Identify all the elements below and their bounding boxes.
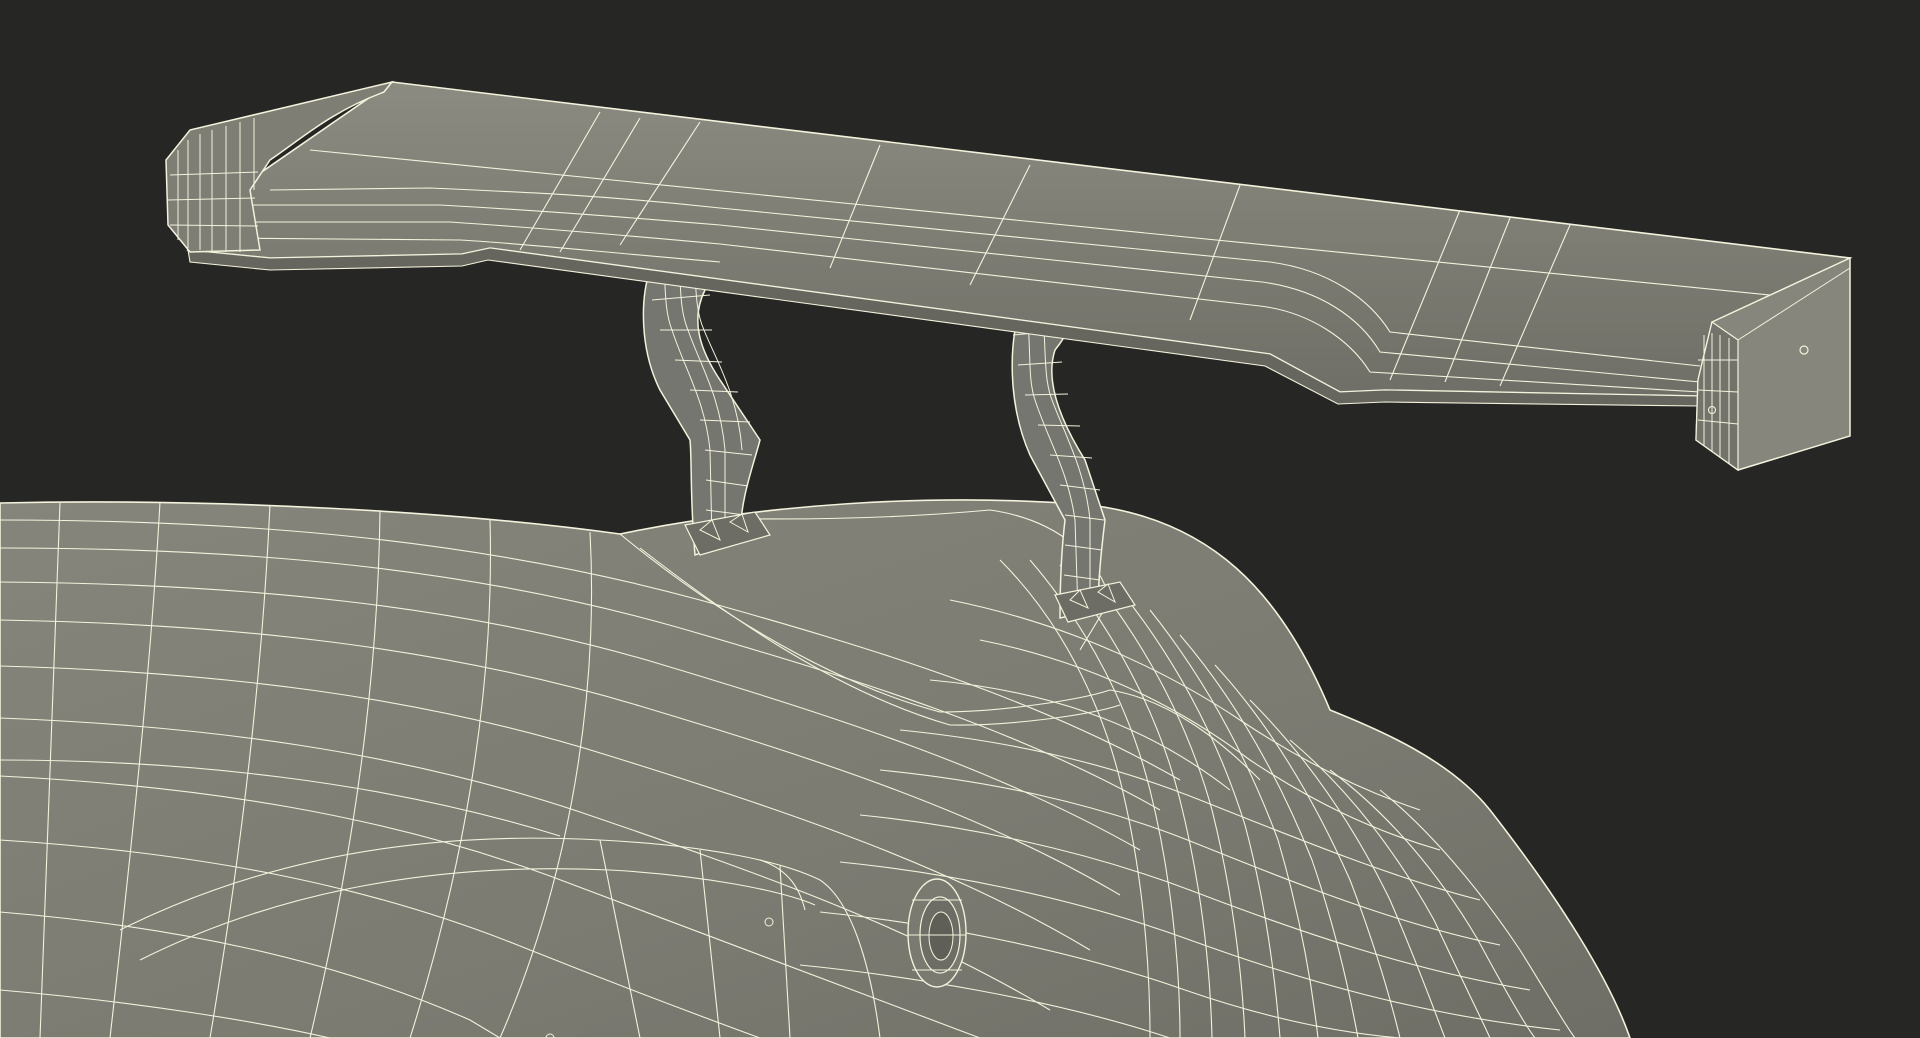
rear-wing bbox=[165, 80, 1853, 472]
car-body-wireframe bbox=[0, 499, 1631, 1038]
fuel-cap-emblem bbox=[907, 878, 967, 988]
wireframe-render bbox=[0, 0, 1920, 1038]
